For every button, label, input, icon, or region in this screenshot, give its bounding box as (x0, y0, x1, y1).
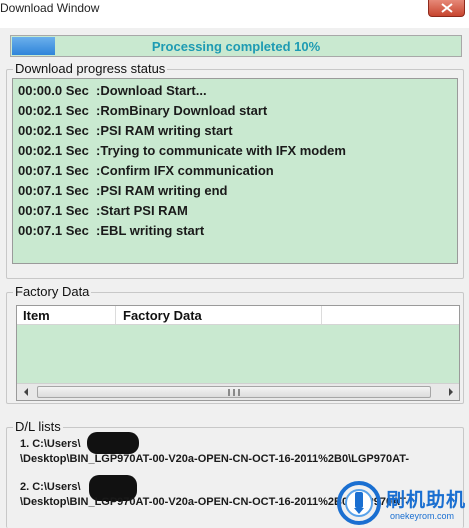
progress-label: Processing completed 10% (151, 39, 321, 54)
grip-icon (228, 389, 240, 396)
progress-bar: Processing completed 10% (10, 35, 462, 57)
close-icon (441, 3, 453, 13)
column-divider[interactable] (115, 306, 116, 324)
status-line: 00:07.1 Sec :PSI RAM writing end (18, 183, 228, 198)
download-status-group: Download progress status 00:00.0 Sec :Do… (6, 61, 464, 279)
horizontal-scrollbar[interactable] (17, 383, 459, 400)
factory-data-group: Factory Data Item Factory Data (6, 284, 464, 404)
status-line: 00:02.1 Sec :RomBinary Download start (18, 103, 268, 118)
column-header-factory-data[interactable]: Factory Data (123, 308, 202, 323)
minimize-button[interactable] (370, 0, 398, 17)
maximize-button[interactable] (399, 0, 427, 17)
status-line: 00:00.0 Sec :Download Start... (18, 83, 207, 98)
dl-item-path: \Desktop\BIN_LGP970AT-00-V20a-OPEN-CN-OC… (20, 453, 410, 465)
column-header-item[interactable]: Item (23, 308, 50, 323)
arrow-left-icon (23, 388, 28, 396)
dl-item-path: 1. C:\Users\ (20, 438, 81, 450)
factory-data-title: Factory Data (13, 284, 92, 299)
window-title: Download Window (0, 1, 100, 15)
watermark-brand-cn: 刷机助机 (386, 490, 467, 511)
scrollbar-thumb[interactable] (37, 386, 431, 398)
column-divider[interactable] (321, 306, 322, 324)
scroll-left-button[interactable] (17, 384, 34, 400)
dl-item-path: 2. C:\Users\ (20, 481, 81, 493)
status-log: 00:00.0 Sec :Download Start... 00:02.1 S… (12, 78, 458, 264)
watermark-brand-en: onekeyrom.com (390, 511, 455, 521)
watermark-logo: 刷机助机 onekeyrom.com (336, 478, 466, 528)
redaction (87, 432, 139, 454)
logo-icon (337, 481, 381, 525)
scroll-right-button[interactable] (442, 384, 459, 400)
status-line: 00:02.1 Sec :PSI RAM writing start (18, 123, 233, 138)
status-line: 00:02.1 Sec :Trying to communicate with … (18, 143, 346, 158)
factory-data-list[interactable]: Item Factory Data (16, 305, 460, 401)
download-status-title: Download progress status (13, 61, 168, 76)
status-line: 00:07.1 Sec :Confirm IFX communication (18, 163, 274, 178)
status-line: 00:07.1 Sec :EBL writing start (18, 223, 205, 238)
close-button[interactable] (428, 0, 465, 17)
status-line: 00:07.1 Sec :Start PSI RAM (18, 203, 188, 218)
list-header: Item Factory Data (17, 306, 459, 325)
arrow-right-icon (448, 388, 453, 396)
title-bar[interactable]: Download Window (0, 0, 469, 28)
dl-lists-title: D/L lists (13, 419, 63, 434)
